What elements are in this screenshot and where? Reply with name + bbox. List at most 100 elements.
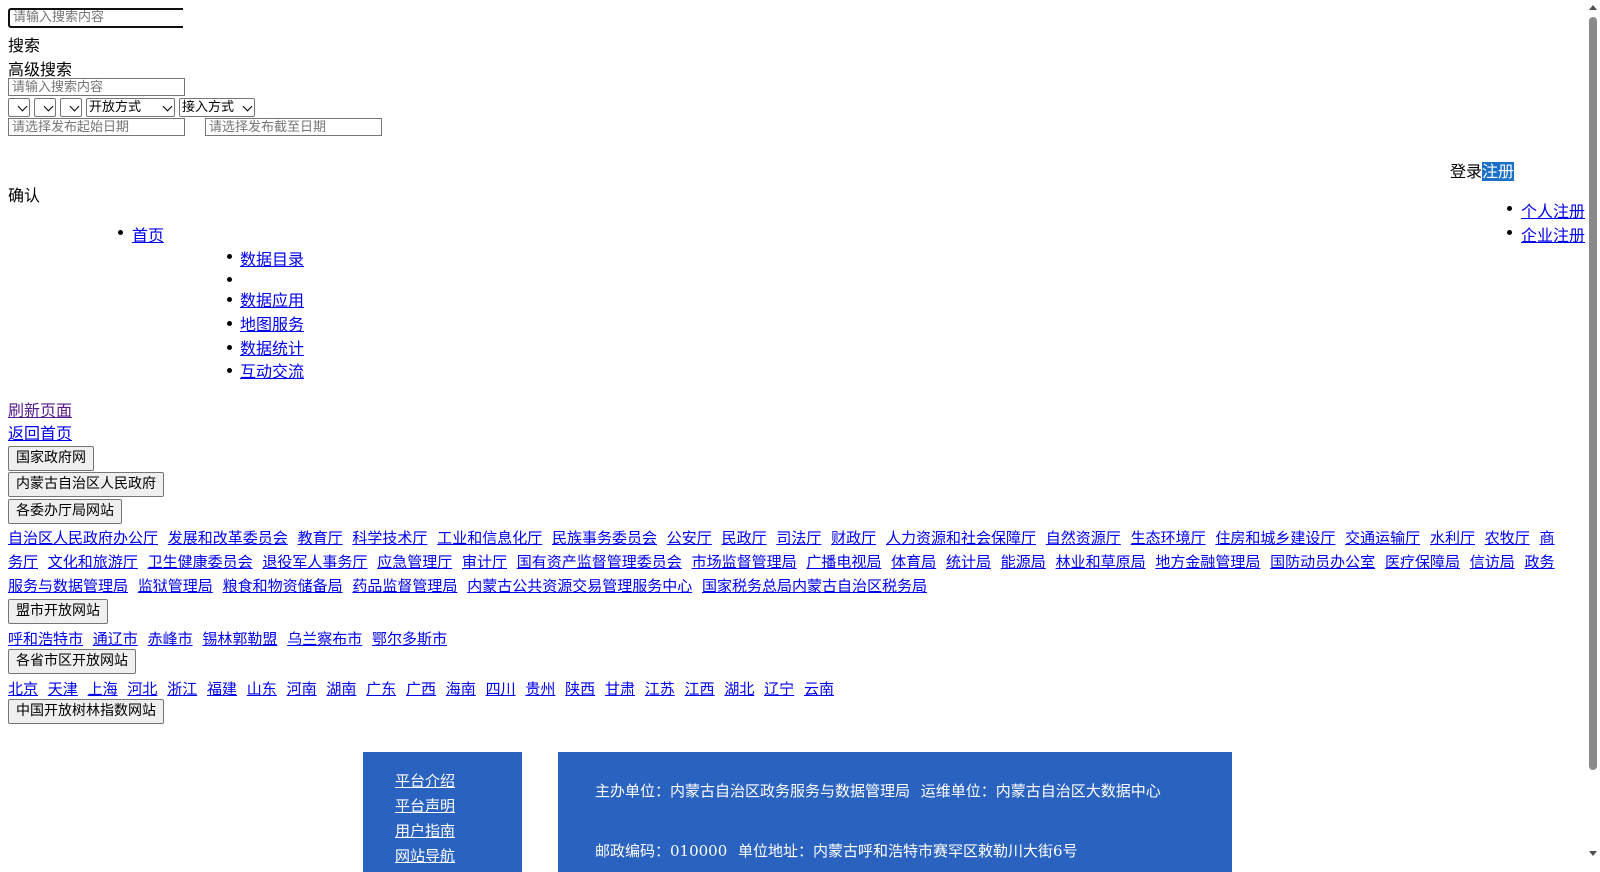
- department-link[interactable]: 自然资源厅: [1046, 529, 1121, 547]
- nav-interaction[interactable]: 互动交流: [240, 358, 304, 382]
- access-mode-select[interactable]: 接入方式: [179, 98, 255, 117]
- province-link[interactable]: 辽宁: [764, 680, 794, 698]
- province-link[interactable]: 贵州: [525, 680, 555, 698]
- nav-data-catalog[interactable]: 数据目录: [240, 246, 304, 270]
- department-link[interactable]: 农牧厅: [1485, 529, 1530, 547]
- department-link[interactable]: 统计局: [946, 553, 991, 571]
- province-link[interactable]: 浙江: [167, 680, 197, 698]
- department-link[interactable]: 财政厅: [831, 529, 876, 547]
- login-link[interactable]: 登录: [1450, 162, 1482, 181]
- advanced-search-toggle[interactable]: 高级搜索: [8, 56, 72, 80]
- department-link[interactable]: 能源局: [1001, 553, 1046, 571]
- province-link[interactable]: 海南: [446, 680, 476, 698]
- footer-link-intro[interactable]: 平台介绍: [395, 770, 455, 791]
- city-link[interactable]: 乌兰察布市: [287, 630, 362, 648]
- department-link[interactable]: 国防动员办公室: [1270, 553, 1375, 571]
- provinces-button[interactable]: 各省市区开放网站: [8, 649, 136, 674]
- department-link[interactable]: 国有资产监督管理委员会: [517, 553, 682, 571]
- province-link[interactable]: 云南: [804, 680, 834, 698]
- advanced-search-input[interactable]: 请输入搜索内容: [8, 78, 185, 96]
- province-link[interactable]: 陕西: [565, 680, 595, 698]
- scroll-down-icon[interactable]: [1589, 851, 1597, 856]
- province-link[interactable]: 广西: [406, 680, 436, 698]
- province-link[interactable]: 四川: [486, 680, 516, 698]
- nav-data-stats[interactable]: 数据统计: [240, 335, 304, 359]
- filter-select-2[interactable]: [34, 98, 56, 117]
- province-link[interactable]: 山东: [247, 680, 277, 698]
- department-link[interactable]: 水利厅: [1430, 529, 1475, 547]
- department-link[interactable]: 药品监督管理局: [352, 577, 457, 595]
- department-link[interactable]: 广播电视局: [806, 553, 881, 571]
- province-link[interactable]: 河南: [287, 680, 317, 698]
- scroll-up-icon[interactable]: [1589, 5, 1597, 10]
- department-link[interactable]: 交通运输厅: [1345, 529, 1420, 547]
- end-date-input[interactable]: 请选择发布截至日期: [205, 118, 382, 136]
- personal-register-link[interactable]: 个人注册: [1521, 198, 1585, 222]
- city-link[interactable]: 呼和浩特市: [8, 630, 83, 648]
- department-link[interactable]: 卫生健康委员会: [148, 553, 253, 571]
- nav-map-service[interactable]: 地图服务: [240, 311, 304, 335]
- department-link[interactable]: 公安厅: [667, 529, 712, 547]
- department-link[interactable]: 教育厅: [298, 529, 343, 547]
- department-link[interactable]: 林业和草原局: [1056, 553, 1146, 571]
- province-link[interactable]: 上海: [88, 680, 118, 698]
- cities-button[interactable]: 盟市开放网站: [8, 599, 108, 624]
- footer-link-sitemap[interactable]: 网站导航: [395, 845, 455, 866]
- department-link[interactable]: 工业和信息化厅: [437, 529, 542, 547]
- refresh-page-link[interactable]: 刷新页面: [8, 397, 72, 421]
- department-link[interactable]: 司法厅: [776, 529, 821, 547]
- department-link[interactable]: 国家税务总局内蒙古自治区税务局: [702, 577, 927, 595]
- nav-home[interactable]: 首页: [132, 222, 164, 246]
- department-link[interactable]: 审计厅: [462, 553, 507, 571]
- province-link[interactable]: 江苏: [645, 680, 675, 698]
- department-link[interactable]: 民政厅: [722, 529, 767, 547]
- footer-link-guide[interactable]: 用户指南: [395, 820, 455, 841]
- region-gov-button[interactable]: 内蒙古自治区人民政府: [8, 472, 164, 497]
- register-link[interactable]: 注册: [1482, 162, 1515, 181]
- national-gov-button[interactable]: 国家政府网: [8, 446, 94, 471]
- province-link[interactable]: 湖南: [326, 680, 356, 698]
- province-link[interactable]: 湖北: [724, 680, 754, 698]
- department-link[interactable]: 民族事务委员会: [552, 529, 657, 547]
- start-date-input[interactable]: 请选择发布起始日期: [8, 118, 185, 136]
- open-mode-select[interactable]: 开放方式: [86, 98, 175, 117]
- department-link[interactable]: 发展和改革委员会: [168, 529, 288, 547]
- department-link[interactable]: 生态环境厅: [1131, 529, 1206, 547]
- department-link[interactable]: 医疗保障局: [1385, 553, 1460, 571]
- province-link[interactable]: 福建: [207, 680, 237, 698]
- page-scrollbar[interactable]: [1585, 0, 1600, 861]
- department-link[interactable]: 市场监督管理局: [692, 553, 797, 571]
- department-link[interactable]: 科学技术厅: [352, 529, 427, 547]
- index-site-button[interactable]: 中国开放树林指数网站: [8, 699, 164, 724]
- province-link[interactable]: 河北: [127, 680, 157, 698]
- province-link[interactable]: 江西: [685, 680, 715, 698]
- enterprise-register-link[interactable]: 企业注册: [1521, 222, 1585, 246]
- city-link[interactable]: 鄂尔多斯市: [372, 630, 447, 648]
- department-link[interactable]: 体育局: [891, 553, 936, 571]
- confirm-button[interactable]: 确认: [8, 182, 40, 206]
- department-link[interactable]: 应急管理厅: [377, 553, 452, 571]
- filter-select-1[interactable]: [8, 98, 30, 117]
- province-link[interactable]: 甘肃: [605, 680, 635, 698]
- department-link[interactable]: 文化和旅游厅: [48, 553, 138, 571]
- department-link[interactable]: 地方金融管理局: [1155, 553, 1260, 571]
- search-input[interactable]: 请输入搜索内容: [8, 8, 183, 28]
- back-home-link[interactable]: 返回首页: [8, 420, 72, 444]
- department-link[interactable]: 自治区人民政府办公厅: [8, 529, 158, 547]
- department-link[interactable]: 人力资源和社会保障厅: [886, 529, 1036, 547]
- scrollbar-thumb[interactable]: [1589, 17, 1597, 770]
- province-link[interactable]: 北京: [8, 680, 38, 698]
- search-button[interactable]: 搜索: [8, 32, 40, 56]
- department-link[interactable]: 住房和城乡建设厅: [1215, 529, 1335, 547]
- province-link[interactable]: 天津: [48, 680, 78, 698]
- department-link[interactable]: 信访局: [1470, 553, 1515, 571]
- city-link[interactable]: 锡林郭勒盟: [202, 630, 277, 648]
- department-link[interactable]: 退役军人事务厅: [262, 553, 367, 571]
- department-link[interactable]: 监狱管理局: [138, 577, 213, 595]
- nav-data-apps[interactable]: 数据应用: [240, 287, 304, 311]
- department-link[interactable]: 内蒙古公共资源交易管理服务中心: [467, 577, 692, 595]
- department-link[interactable]: 粮食和物资储备局: [223, 577, 343, 595]
- departments-button[interactable]: 各委办厅局网站: [8, 499, 122, 524]
- city-link[interactable]: 通辽市: [93, 630, 138, 648]
- filter-select-3[interactable]: [60, 98, 82, 117]
